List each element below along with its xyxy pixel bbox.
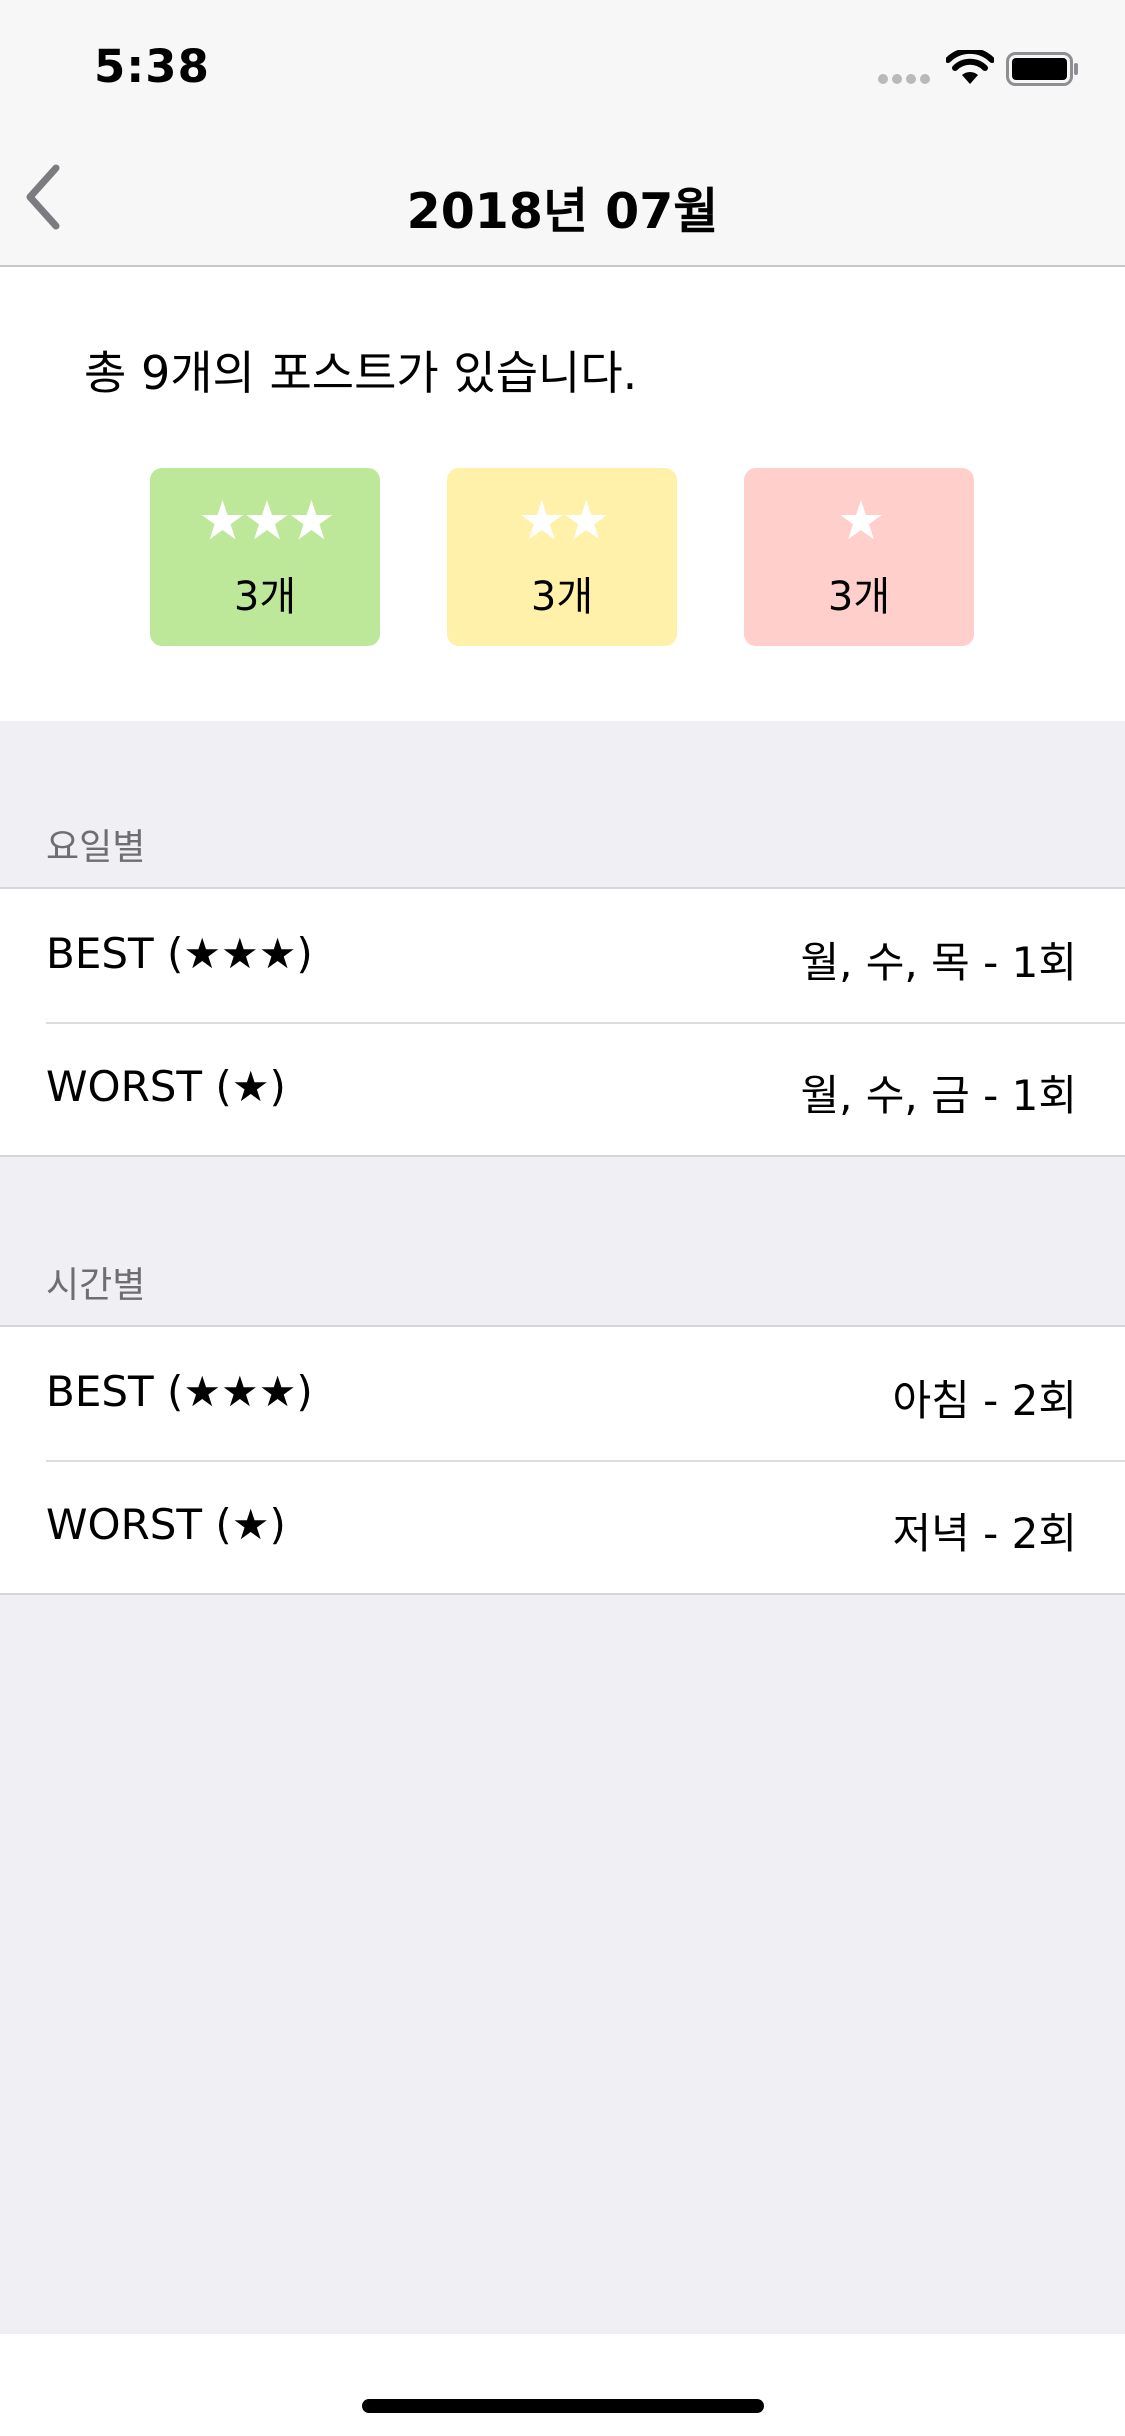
row-value: 월, 수, 금 - 1회 xyxy=(800,1071,1077,1120)
post-count-text: 총 9개의 포스트가 있습니다. xyxy=(84,346,638,400)
bottom-safe-area xyxy=(0,2334,1125,2436)
list-item[interactable]: BEST (★★★) 월, 수, 목 - 1회 xyxy=(0,889,1125,1022)
battery-icon xyxy=(1006,52,1078,86)
section-header-weekday: 요일별 xyxy=(46,827,146,868)
two-star-icon: ★★ xyxy=(517,489,611,552)
row-value: 월, 수, 목 - 1회 xyxy=(800,938,1077,987)
row-label: WORST (★) xyxy=(46,1500,286,1549)
one-star-box: ★ 3개 xyxy=(744,468,974,646)
row-value: 아침 - 2회 xyxy=(892,1376,1078,1425)
section-header-time: 시간별 xyxy=(46,1265,146,1306)
list-item[interactable]: WORST (★) 월, 수, 금 - 1회 xyxy=(0,1022,1125,1155)
summary-panel: 총 9개의 포스트가 있습니다. ★★★ 3개 ★★ 3개 ★ 3개 xyxy=(0,267,1125,721)
time-group: BEST (★★★) 아침 - 2회 WORST (★) 저녁 - 2회 xyxy=(0,1325,1125,1595)
two-star-box: ★★ 3개 xyxy=(447,468,677,646)
wifi-icon xyxy=(946,50,994,84)
row-label: BEST (★★★) xyxy=(46,929,313,978)
one-star-icon: ★ xyxy=(836,489,885,552)
row-label: WORST (★) xyxy=(46,1062,286,1111)
signal-dots-icon xyxy=(878,74,932,84)
navigation-bar: 2018년 07월 xyxy=(0,132,1125,267)
row-label: BEST (★★★) xyxy=(46,1367,313,1416)
three-star-count: 3개 xyxy=(233,574,297,620)
weekday-group: BEST (★★★) 월, 수, 목 - 1회 WORST (★) 월, 수, … xyxy=(0,887,1125,1157)
two-star-count: 3개 xyxy=(530,574,594,620)
page-title: 2018년 07월 xyxy=(406,183,719,240)
row-value: 저녁 - 2회 xyxy=(892,1509,1078,1558)
status-time: 5:38 xyxy=(94,40,210,93)
list-item[interactable]: WORST (★) 저녁 - 2회 xyxy=(0,1460,1125,1593)
status-bar: 5:38 xyxy=(0,0,1125,132)
list-item[interactable]: BEST (★★★) 아침 - 2회 xyxy=(0,1327,1125,1460)
one-star-count: 3개 xyxy=(827,574,891,620)
home-indicator[interactable] xyxy=(362,2399,764,2413)
three-star-box: ★★★ 3개 xyxy=(150,468,380,646)
three-star-icon: ★★★ xyxy=(198,489,335,552)
